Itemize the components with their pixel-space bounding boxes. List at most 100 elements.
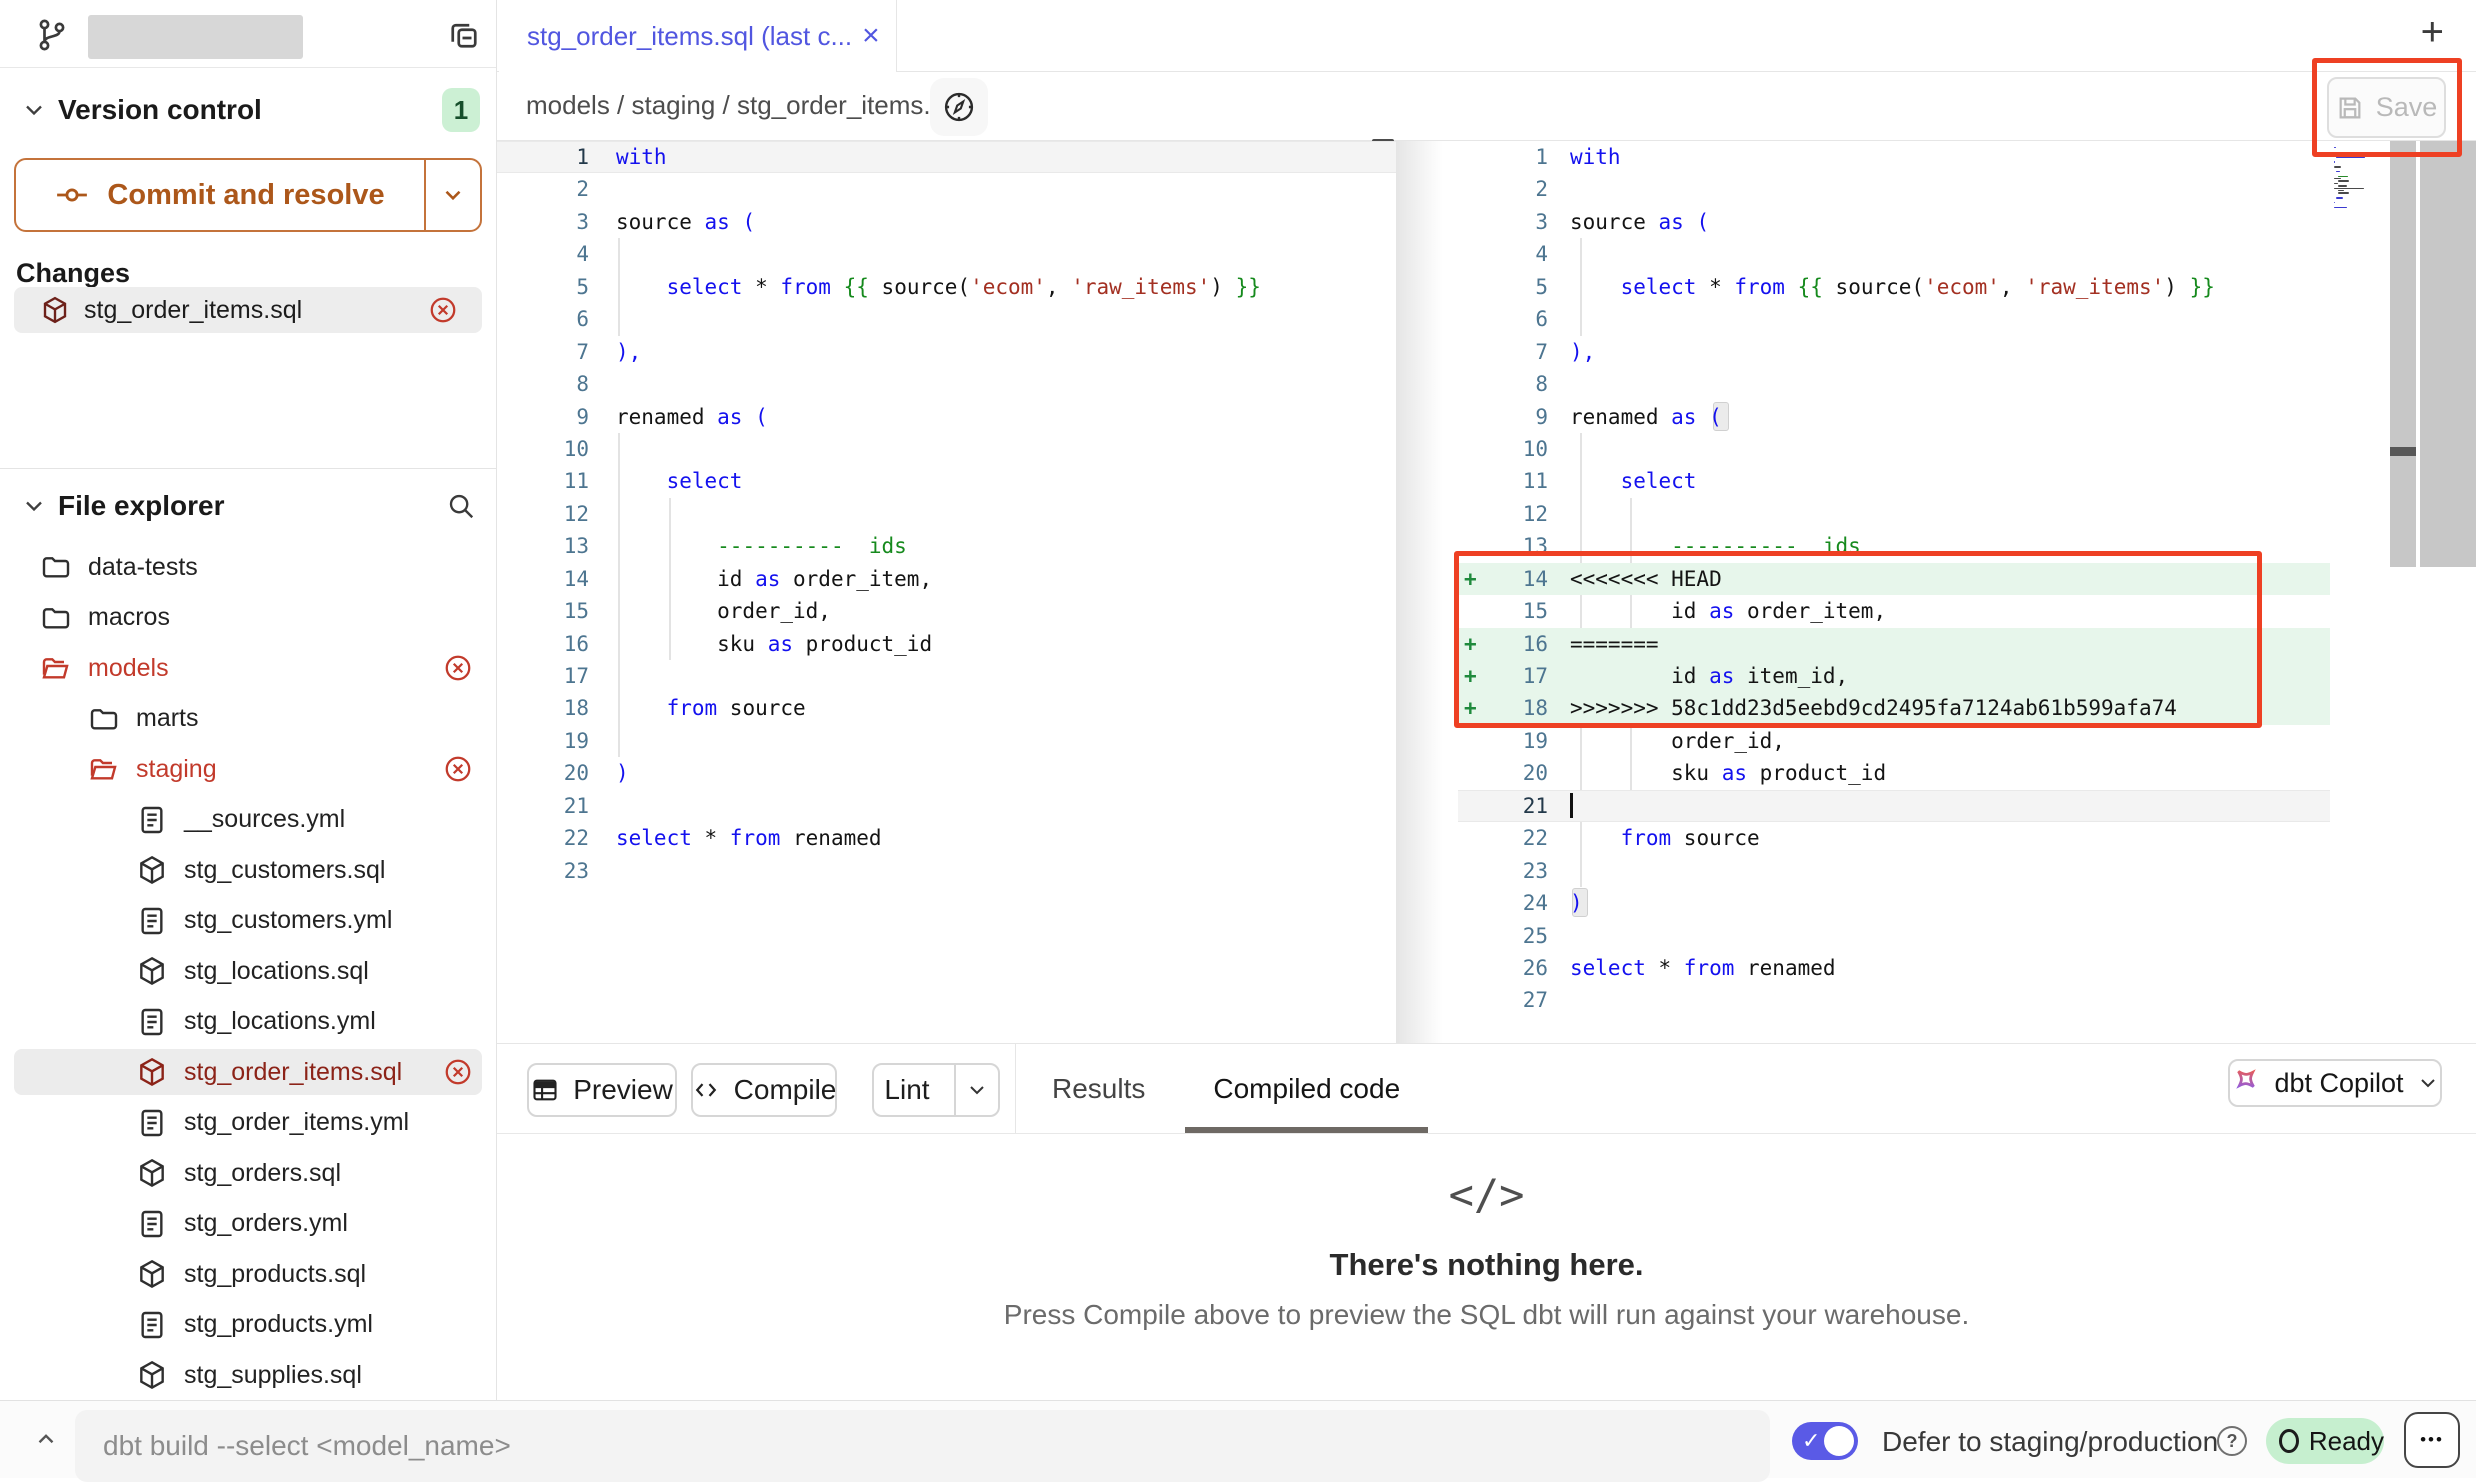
code-line[interactable]: 12 [497,498,1396,530]
file-explorer-section-header[interactable]: File explorer [0,482,496,530]
code-line[interactable]: 14 id as order_item, [497,563,1396,595]
code-line[interactable]: 6 [1458,303,2330,335]
copy-icon[interactable] [446,17,482,53]
code-line[interactable]: 7), [497,336,1396,368]
code-line[interactable]: 10 [497,433,1396,465]
lint-options-dropdown[interactable] [954,1065,998,1115]
minimap-scrollbar[interactable] [2390,141,2416,567]
lint-button[interactable]: Lint [872,1063,1000,1117]
file-item-stg_customers.sql[interactable]: stg_customers.sql [0,845,497,895]
tab-results[interactable]: Results [1050,1044,1147,1133]
discard-changes-icon[interactable] [443,754,473,784]
code-line[interactable]: 21 [497,790,1396,822]
discard-changes-icon[interactable] [443,1057,473,1087]
file-item-marts[interactable]: marts [0,694,497,744]
code-line[interactable]: 7), [1458,336,2330,368]
changed-file-row[interactable]: stg_order_items.sql [14,287,482,333]
file-item-stg_products.sql[interactable]: stg_products.sql [0,1249,497,1299]
code-line[interactable]: 21 [1458,790,2330,822]
code-line[interactable]: 25 [1458,920,2330,952]
search-icon[interactable] [446,491,476,521]
code-line[interactable]: 23 [497,855,1396,887]
file-item-macros[interactable]: macros [0,593,497,643]
code-line[interactable]: 1with [497,141,1396,173]
more-options-button[interactable]: ••• [2404,1412,2460,1468]
code-line[interactable]: 11 select [497,465,1396,497]
discard-changes-icon[interactable] [443,653,473,683]
preview-button[interactable]: Preview [527,1063,677,1117]
file-item-staging[interactable]: staging [0,744,497,794]
commit-and-resolve-button[interactable]: Commit and resolve [14,158,482,232]
code-line[interactable]: 5 select * from {{ source('ecom', 'raw_i… [497,271,1396,303]
file-item-stg_locations.sql[interactable]: stg_locations.sql [0,946,497,996]
code-line[interactable]: 19 order_id, [1458,725,2330,757]
code-line[interactable]: 16 sku as product_id [497,628,1396,660]
code-line[interactable]: 17 [497,660,1396,692]
code-line[interactable]: +14<<<<<<< HEAD [1458,563,2330,595]
chevron-up-icon[interactable] [24,1417,68,1461]
code-line[interactable]: 2 [497,173,1396,205]
code-pane-modified[interactable]: 1with23source as (45 select * from {{ so… [1458,141,2330,1017]
file-item-data-tests[interactable]: data-tests [0,542,497,592]
code-line[interactable]: 3source as ( [1458,206,2330,238]
file-item-stg_products.yml[interactable]: stg_products.yml [0,1300,497,1350]
code-line[interactable]: +16======= [1458,628,2330,660]
code-line[interactable]: 8 [1458,368,2330,400]
code-line[interactable]: 4 [1458,238,2330,270]
code-line[interactable]: 19 [497,725,1396,757]
code-line[interactable]: 8 [497,368,1396,400]
discard-changes-icon[interactable] [428,295,458,325]
code-line[interactable]: 27 [1458,984,2330,1016]
file-item-stg_orders.yml[interactable]: stg_orders.yml [0,1199,497,1249]
code-line[interactable]: 20 sku as product_id [1458,757,2330,789]
code-line[interactable]: 9renamed as ( [1458,401,2330,433]
code-line[interactable]: 4 [497,238,1396,270]
code-line[interactable]: 20) [497,757,1396,789]
code-line[interactable]: 13 ---------- ids [1458,530,2330,562]
new-tab-button[interactable]: + [2421,10,2444,55]
file-item-models[interactable]: models [0,643,497,693]
close-icon[interactable]: × [862,19,880,53]
version-control-section-header[interactable]: Version control 1 [0,86,496,134]
code-line[interactable]: +18>>>>>>> 58c1dd23d5eebd9cd2495fa7124ab… [1458,692,2330,724]
code-line[interactable]: 22select * from renamed [497,822,1396,854]
file-item-stg_order_items.sql[interactable]: stg_order_items.sql [0,1047,497,1097]
code-line[interactable]: 22 from source [1458,822,2330,854]
status-badge-ready[interactable]: Ready [2266,1418,2384,1464]
save-button[interactable]: Save [2327,77,2446,138]
code-line[interactable]: 3source as ( [497,206,1396,238]
code-line[interactable]: 6 [497,303,1396,335]
code-line[interactable]: +17 id as item_id, [1458,660,2330,692]
dbt-command-input[interactable] [75,1410,1770,1482]
commit-and-resolve-main[interactable]: Commit and resolve [16,160,424,230]
code-line[interactable]: 9renamed as ( [497,401,1396,433]
code-line[interactable]: 18 from source [497,692,1396,724]
file-item-stg_supplies.sql[interactable]: stg_supplies.sql [0,1350,497,1400]
file-item-stg_orders.sql[interactable]: stg_orders.sql [0,1148,497,1198]
code-line[interactable]: 24) [1458,887,2330,919]
code-line[interactable]: 2 [1458,173,2330,205]
help-icon[interactable]: ? [2217,1426,2247,1456]
commit-options-dropdown[interactable] [424,160,480,230]
file-item-stg_order_items.yml[interactable]: stg_order_items.yml [0,1098,497,1148]
editor-scrollbar[interactable] [2420,141,2476,567]
minimap[interactable] [2334,147,2392,212]
tab-compiled-code[interactable]: Compiled code [1211,1044,1402,1133]
code-pane-original[interactable]: 1with23source as (45 select * from {{ so… [497,141,1396,887]
lineage-compass-button[interactable] [930,78,988,136]
tab-stg-order-items[interactable]: stg_order_items.sql (last c... × [499,0,897,72]
code-line[interactable]: 15 order_id, [497,595,1396,627]
code-line[interactable]: 23 [1458,855,2330,887]
code-line[interactable]: 5 select * from {{ source('ecom', 'raw_i… [1458,271,2330,303]
code-line[interactable]: 12 [1458,498,2330,530]
code-line[interactable]: 13 ---------- ids [497,530,1396,562]
dbt-copilot-button[interactable]: dbt Copilot [2228,1059,2442,1107]
file-item-stg_customers.yml[interactable]: stg_customers.yml [0,896,497,946]
code-line[interactable]: 26select * from renamed [1458,952,2330,984]
file-item-__sources.yml[interactable]: __sources.yml [0,795,497,845]
compile-button[interactable]: Compile [691,1063,837,1117]
defer-toggle[interactable]: ✓ [1792,1422,1858,1460]
pane-divider[interactable] [1396,141,1458,1043]
code-line[interactable]: 15 id as order_item, [1458,595,2330,627]
git-branch-icon[interactable] [34,17,70,53]
